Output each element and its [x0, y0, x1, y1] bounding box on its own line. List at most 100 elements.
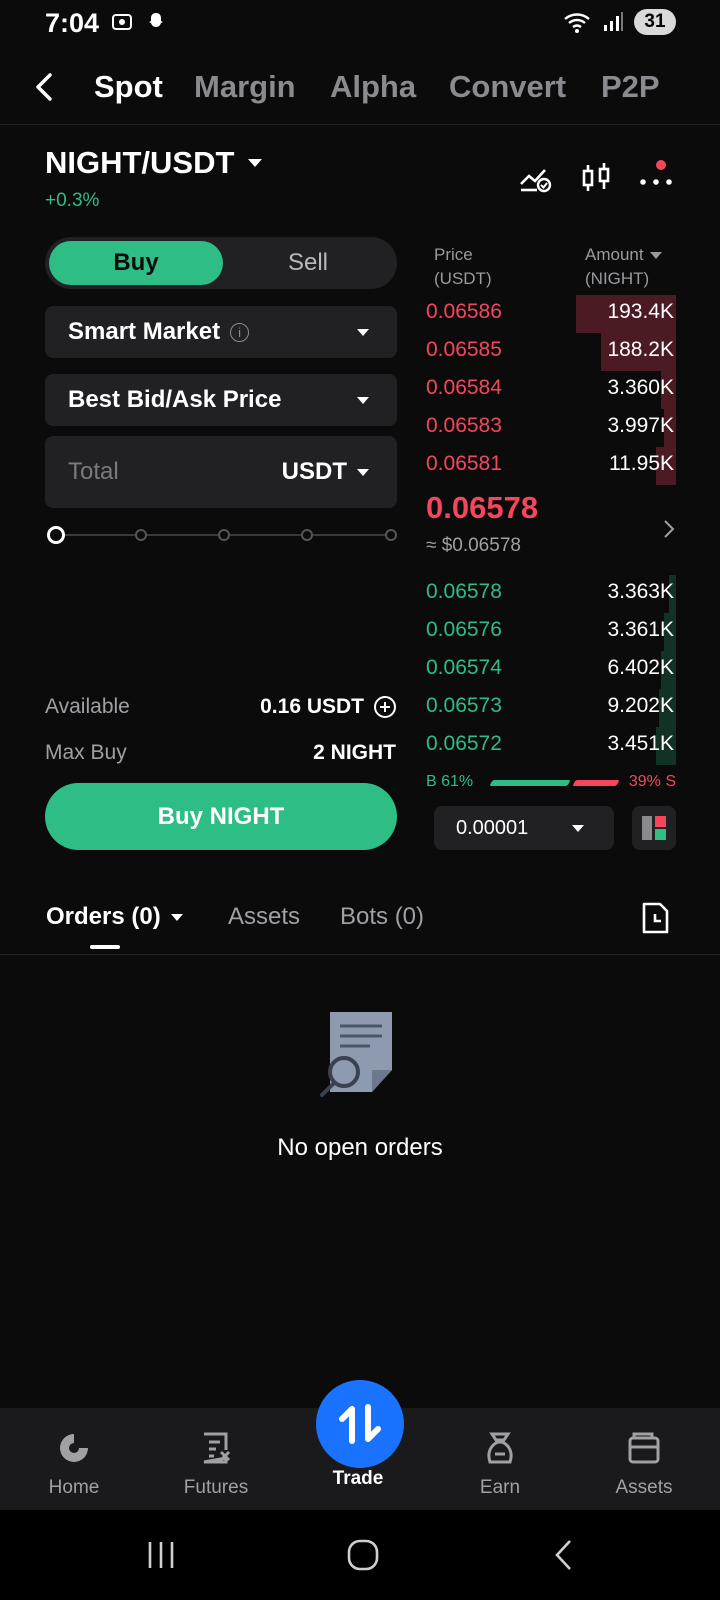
empty-state-text: No open orders [277, 1134, 443, 1161]
tab-margin[interactable]: Margin [194, 69, 296, 105]
tab-assets[interactable]: Assets [228, 903, 300, 931]
amount-header: Amount [585, 245, 644, 264]
price-unit: (USDT) [434, 269, 492, 288]
buy-tab[interactable]: Buy [49, 241, 223, 285]
price-column-header: Price (USDT) [434, 243, 492, 291]
back-arrow-icon[interactable] [30, 67, 60, 107]
nav-assets[interactable]: Assets [584, 1430, 704, 1499]
signal-icon [604, 12, 623, 31]
order-type-label: Smart Market [68, 318, 221, 345]
amount-unit: (NIGHT) [585, 269, 650, 288]
order-history-icon[interactable] [640, 902, 670, 934]
tab-spot[interactable]: Spot [94, 69, 163, 105]
earn-icon [487, 1432, 513, 1464]
buy-night-button[interactable]: Buy NIGHT [45, 783, 397, 850]
ask-amount: 193.4K [607, 300, 674, 323]
candlestick-icon[interactable] [578, 160, 614, 196]
total-placeholder: Total [68, 458, 119, 485]
nav-trade[interactable]: Trade [298, 1468, 418, 1490]
chevron-down-icon [572, 824, 584, 832]
sell-ratio: 39% S [628, 773, 676, 790]
nav-assets-label: Assets [615, 1477, 673, 1498]
buy-ratio-bar [489, 780, 571, 786]
chevron-down-icon [170, 913, 183, 921]
chevron-down-icon [357, 328, 369, 336]
ask-row[interactable]: 0.06586 193.4K [426, 295, 676, 333]
bid-amount: 3.451K [607, 732, 674, 755]
back-button-icon[interactable] [552, 1538, 576, 1572]
ask-row[interactable]: 0.06581 11.95K [426, 447, 676, 485]
order-type-select[interactable]: Smart Market i [45, 306, 397, 358]
nav-futures-label: Futures [183, 1477, 249, 1498]
bid-row[interactable]: 0.06574 6.402K [426, 651, 676, 689]
nav-trade-label: Trade [332, 1468, 384, 1489]
nav-home[interactable]: Home [14, 1430, 134, 1499]
chevron-down-icon [649, 251, 662, 259]
trade-button[interactable] [316, 1380, 404, 1468]
chevron-down-icon [357, 396, 369, 404]
wallet-icon [628, 1432, 660, 1464]
ask-row[interactable]: 0.06585 188.2K [426, 333, 676, 371]
nav-earn[interactable]: Earn [440, 1430, 560, 1499]
total-input[interactable]: Total USDT [45, 436, 397, 508]
nav-earn-label: Earn [479, 1477, 521, 1498]
chevron-down-icon [248, 159, 263, 167]
ask-row[interactable]: 0.06583 3.997K [426, 409, 676, 447]
tab-bots[interactable]: Bots (0) [340, 903, 424, 931]
tab-p2p[interactable]: P2P [601, 69, 660, 105]
status-time: 7:04 [45, 8, 100, 38]
nav-futures[interactable]: Futures [156, 1430, 276, 1499]
bid-amount: 9.202K [607, 694, 674, 717]
slider-handle[interactable] [47, 526, 65, 544]
home-icon [60, 1434, 88, 1462]
bid-row[interactable]: 0.06578 3.363K [426, 575, 676, 613]
slider-stop-75[interactable] [301, 529, 313, 541]
recent-apps-icon[interactable] [146, 1540, 176, 1570]
bid-amount: 3.363K [607, 580, 674, 603]
price-mode-select[interactable]: Best Bid/Ask Price [45, 374, 397, 426]
pair-selector[interactable]: NIGHT/USDT [45, 145, 263, 181]
tab-orders[interactable]: Orders (0) [46, 903, 183, 931]
tab-alpha[interactable]: Alpha [330, 69, 416, 105]
sell-tab[interactable]: Sell [221, 241, 395, 285]
bid-price: 0.06573 [426, 694, 502, 717]
last-price-usd: ≈ $0.06578 [426, 535, 521, 556]
available-value: 0.16 USDT [260, 695, 364, 718]
slider-stop-25[interactable] [135, 529, 147, 541]
bid-row[interactable]: 0.06573 9.202K [426, 689, 676, 727]
top-tab-bar: Spot Margin Alpha Convert P2P [0, 55, 720, 125]
slider-stop-100[interactable] [385, 529, 397, 541]
orderbook-layout-icon[interactable] [632, 806, 676, 850]
available-label: Available [45, 695, 130, 718]
total-unit-select[interactable]: USDT [282, 458, 369, 486]
bid-row[interactable]: 0.06576 3.361K [426, 613, 676, 651]
add-funds-icon[interactable] [374, 696, 396, 718]
price-mode-label: Best Bid/Ask Price [68, 386, 282, 413]
status-right: 31 [562, 9, 676, 35]
max-buy-label: Max Buy [45, 741, 127, 764]
precision-value: 0.00001 [456, 816, 529, 839]
buy-sell-ratio: B 61% 39% S [426, 773, 676, 793]
home-button-icon[interactable] [346, 1538, 380, 1572]
price-change: +0.3% [45, 190, 100, 211]
bid-amount: 6.402K [607, 656, 674, 679]
amount-slider[interactable] [47, 525, 397, 545]
last-price: 0.06578 [426, 490, 539, 525]
swap-arrows-icon [339, 1404, 381, 1444]
status-notification-icons [110, 10, 168, 34]
ask-row[interactable]: 0.06584 3.360K [426, 371, 676, 409]
info-icon[interactable]: i [230, 323, 250, 343]
bid-row[interactable]: 0.06572 3.451K [426, 727, 676, 765]
notification-dot [656, 160, 666, 170]
chart-trend-icon[interactable] [517, 160, 553, 196]
ask-price: 0.06581 [426, 452, 502, 475]
tab-convert[interactable]: Convert [449, 69, 566, 105]
available-value-row: 0.16 USDT [260, 695, 396, 719]
ask-price: 0.06585 [426, 338, 502, 361]
wifi-icon [564, 13, 590, 33]
chevron-right-icon[interactable] [662, 518, 676, 540]
chevron-down-icon [357, 468, 369, 476]
precision-select[interactable]: 0.00001 [434, 806, 614, 850]
amount-column-header[interactable]: Amount (NIGHT) [585, 243, 662, 291]
slider-stop-50[interactable] [218, 529, 230, 541]
